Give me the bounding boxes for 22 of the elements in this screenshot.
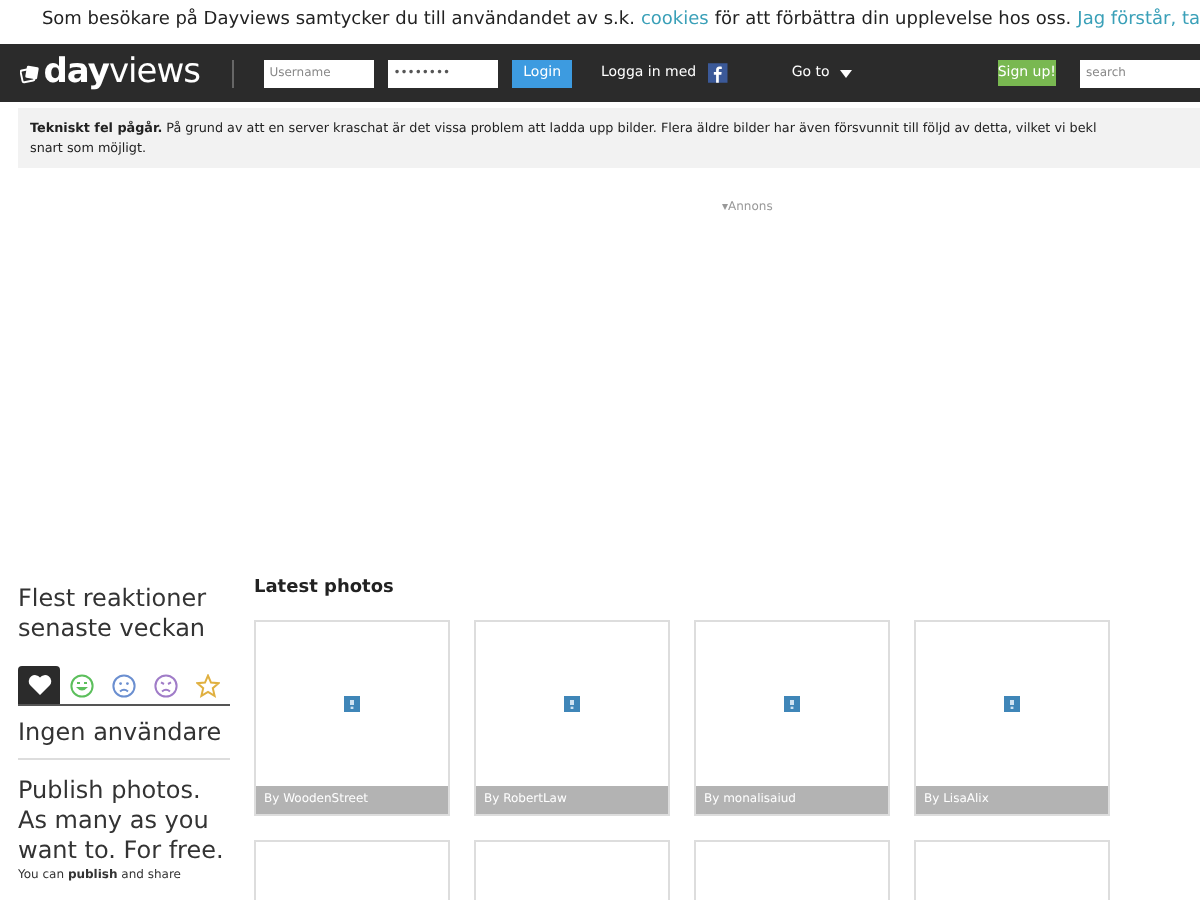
photo-cards-icon bbox=[20, 61, 40, 85]
broken-image-icon bbox=[344, 696, 360, 712]
latest-photos-heading: Latest photos bbox=[254, 576, 396, 600]
sad-face-icon bbox=[112, 673, 136, 697]
most-reactions-heading: Flest reaktioner senaste veckan bbox=[18, 584, 209, 644]
cookies-link[interactable]: cookies bbox=[640, 8, 709, 36]
reaction-tab[interactable] bbox=[18, 666, 61, 704]
no-users-text: Ingen användare bbox=[18, 718, 224, 748]
accept-link[interactable]: Jag förstår, ta bbox=[1077, 8, 1200, 36]
publish-promo-heading: Publish photos. As many as you want to. For free. bbox=[18, 776, 226, 866]
cookie-notice-text: Som besökare på Dayviews samtycker du till användandet av s.k. bbox=[41, 8, 635, 35]
facebook-icon[interactable] bbox=[708, 60, 728, 86]
star-icon bbox=[196, 673, 221, 697]
caret-icon bbox=[839, 69, 852, 77]
frowning-face-icon bbox=[154, 673, 179, 697]
broken-image-icon bbox=[1004, 696, 1020, 712]
broken-image-icon bbox=[564, 696, 580, 712]
cookie-notice-text: för att förbättra din upplevelse hos oss. bbox=[714, 8, 1072, 35]
dayviews-logo[interactable]: dayviews bbox=[43, 56, 200, 90]
heart-icon bbox=[27, 674, 52, 696]
laughing-face-icon bbox=[69, 673, 94, 697]
broken-image-icon bbox=[784, 696, 800, 712]
